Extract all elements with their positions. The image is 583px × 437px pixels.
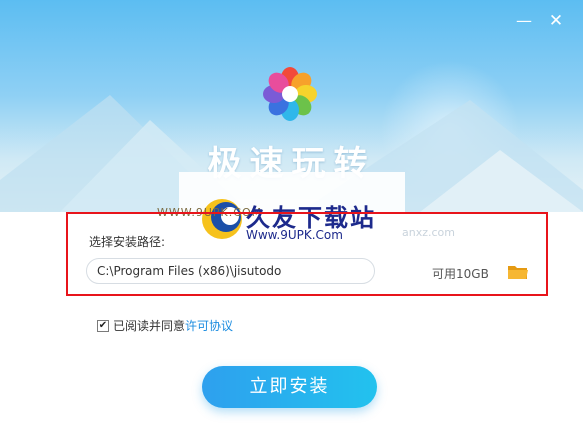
install-path-label: 选择安装路径: [89,235,166,249]
minimize-icon[interactable]: — [513,10,535,32]
agreement-checkbox[interactable]: ✔ [97,319,109,332]
agreement-text: 已阅读并同意 [113,319,186,333]
license-link[interactable]: 许可协议 [185,317,233,334]
agreement-row: ✔ 已阅读并同意 许可协议 [97,317,233,334]
logo-center [282,86,298,102]
install-button[interactable]: 立即安装 [202,366,377,408]
free-space-text: 可用10GB [432,267,489,281]
folder-icon[interactable] [507,263,529,281]
close-icon[interactable]: ✕ [545,10,567,32]
install-path-input[interactable]: C:\Program Files (x86)\jisutodo [86,258,375,284]
installer-window: — ✕ 极速玩转 WWW.9UPK.COM 久友下载站 Www.9UPK.Com… [0,0,583,437]
pinwheel-logo-icon [263,67,317,121]
check-icon: ✔ [98,319,108,331]
